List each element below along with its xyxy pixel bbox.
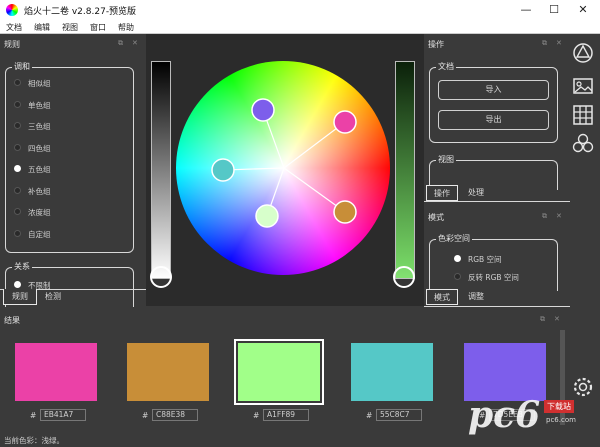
title-bar: 焰火十二卷 v2.8.27-预览版 — ☐ ✕ [0,0,600,20]
rules-panel-title: 规则 [4,40,20,49]
import-button[interactable]: 导入 [438,80,549,100]
harmony-option-label: 三色组 [28,122,51,131]
radio-button[interactable] [454,273,461,280]
watermark-url: pc6.com [546,416,576,424]
menu-view[interactable]: 视图 [62,22,78,33]
close-button[interactable]: ✕ [576,3,590,17]
hex-prefix: # [142,411,149,420]
watermark-badge: 下载站 [544,400,574,413]
tab-mode[interactable]: 模式 [426,289,458,305]
color-space-option-label: RGB 空间 [468,255,502,264]
handle-light-green[interactable] [255,204,279,228]
panel-float-icon[interactable]: ⧉ [540,315,545,324]
color-wheel-canvas[interactable] [146,34,424,306]
color-swatch[interactable] [127,343,209,401]
menu-edit[interactable]: 编辑 [34,22,50,33]
color-space-group-title: 色彩空间 [436,233,472,244]
color-swatch[interactable] [15,343,97,401]
handle-pink[interactable] [333,110,357,134]
hex-input[interactable]: A1FF89 [263,409,309,421]
panel-close-icon[interactable]: ✕ [556,39,562,47]
handle-purple[interactable] [251,98,275,122]
tab-rules[interactable]: 规则 [3,289,37,305]
relation-group-title: 关系 [12,261,32,272]
handle-teal[interactable] [211,158,235,182]
results-panel-title: 结果 [4,316,20,325]
panel-close-icon[interactable]: ✕ [132,39,138,47]
hex-value-row: #55C8C7 [366,409,422,421]
operations-panel-title: 操作 [428,40,444,49]
radio-button[interactable] [14,229,21,237]
color-space-option-label: 反转 RGB 空间 [468,273,519,282]
minimize-button[interactable]: — [519,3,533,17]
harmony-option-label: 相似组 [28,79,51,88]
document-group: 文档 导入 导出 [429,61,558,143]
handle-orange[interactable] [333,200,357,224]
tab-adjust[interactable]: 调整 [460,289,492,305]
status-text: 当前色彩：浅绿。 [4,436,64,445]
watermark-text: pc6 [468,394,541,436]
panel-close-icon[interactable]: ✕ [554,315,560,323]
view-group-title: 视图 [436,154,456,165]
radio-button[interactable] [14,100,21,108]
panel-float-icon[interactable]: ⧉ [118,39,123,48]
mode-panel: 模式 ⧉ ✕ 色彩空间 RGB 空间反转 RGB 空间 [424,207,570,291]
menu-help[interactable]: 帮助 [118,22,134,33]
hex-input[interactable]: EB41A7 [40,409,86,421]
mode-panel-title: 模式 [428,213,444,222]
harmony-option-label: 五色组 [28,165,51,174]
window-title: 焰火十二卷 v2.8.27-预览版 [24,7,137,17]
radio-button[interactable] [14,79,21,86]
harmony-option-label: 浓度组 [28,208,51,217]
hex-input[interactable]: C88E38 [152,409,198,421]
hex-prefix: # [366,411,373,420]
hex-input[interactable]: 55C8C7 [376,409,422,421]
grid-icon[interactable] [572,104,594,126]
color-wheel-icon[interactable] [572,42,594,64]
app-logo-icon [6,4,18,16]
menu-document[interactable]: 文档 [6,22,22,33]
tab-process[interactable]: 处理 [460,185,492,201]
tab-check[interactable]: 检测 [38,289,68,305]
hex-prefix: # [30,411,37,420]
harmony-spokes [222,109,346,217]
radio-button[interactable] [14,281,21,288]
menu-window[interactable]: 窗口 [90,22,106,33]
radio-button[interactable] [14,208,21,215]
radio-button[interactable] [454,255,461,262]
tab-operations[interactable]: 操作 [426,185,458,201]
harmony-icon[interactable] [572,133,594,155]
color-swatch[interactable] [234,339,324,405]
panel-float-icon[interactable]: ⧉ [542,212,547,221]
hex-value-row: # A1FF89 [253,409,309,421]
harmony-option-label: 自定组 [28,229,51,239]
color-swatch[interactable] [351,343,433,401]
tab-divider [424,201,570,202]
panel-close-icon[interactable]: ✕ [556,212,562,220]
hex-value-row: # C88E38 [142,409,198,421]
radio-button[interactable] [14,143,21,151]
harmony-group: 调和 相似组单色组三色组四色组五色组补色组浓度组自定组 [5,61,134,253]
color-space-group: 色彩空间 RGB 空间反转 RGB 空间 [429,233,558,291]
radio-button[interactable] [14,186,21,194]
panel-float-icon[interactable]: ⧉ [542,39,547,48]
menu-bar: 文档 编辑 视图 窗口 帮助 [0,20,600,34]
radio-button[interactable] [14,165,21,172]
hex-prefix: # [253,411,260,420]
radio-button[interactable] [14,122,21,129]
harmony-option-label: 单色组 [28,100,51,110]
export-button[interactable]: 导出 [438,110,549,130]
watermark-logo: pc6 下载站 pc6.com [468,392,588,444]
harmony-option-label: 补色组 [28,186,51,196]
rules-panel: 规则 ⧉ ✕ 调和 相似组 单色组 三色组 四色组 五色组 补色组 浓度组 自定组 关系 不限… [0,34,146,307]
image-icon[interactable] [572,75,594,97]
document-group-title: 文档 [436,61,456,72]
harmony-group-title: 调和 [12,61,32,72]
tab-divider [424,306,570,307]
harmony-handles-layer [211,98,357,228]
operations-panel: 操作 ⧉ ✕ 文档 导入 导出 视图 [424,34,570,202]
hex-value-row: # EB41A7 [30,409,86,421]
maximize-button[interactable]: ☐ [547,3,561,17]
harmony-option-label: 四色组 [28,143,51,153]
